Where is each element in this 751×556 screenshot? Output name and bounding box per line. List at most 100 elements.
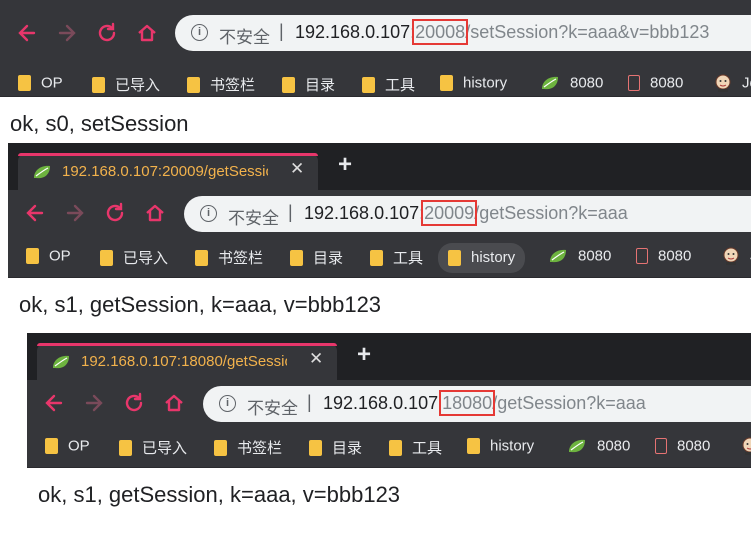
bookmark-label: history — [463, 74, 508, 92]
url-port-highlight: 20009 — [421, 200, 478, 226]
url-port-highlight: 20008 — [412, 19, 469, 45]
folder-icon — [92, 76, 105, 93]
browser-window-3: 192.168.0.107:18080/getSessio ✕ + i 不安全 … — [27, 333, 751, 556]
bookmark-item[interactable]: Je — [722, 247, 751, 269]
address-bar[interactable]: i 不安全 | 192.168.0.107:20008/setSession?k… — [175, 15, 751, 51]
bookmark-item[interactable]: 书签栏 — [214, 437, 282, 459]
url-path: /getSession?k=aaa — [492, 393, 646, 413]
bookmark-item[interactable]: 8080 — [567, 437, 630, 459]
bookmark-item[interactable]: 书签栏 — [195, 247, 263, 269]
bookmark-item[interactable]: 工具 — [362, 74, 415, 96]
bookmarks-bar: OP 已导入 书签栏 目录 工具 history 8080 8080 Je — [0, 66, 751, 97]
forward-icon[interactable] — [83, 392, 105, 414]
home-icon[interactable] — [144, 202, 166, 224]
bookmark-label: 8080 — [578, 247, 612, 265]
bookmark-item[interactable]: 目录 — [290, 247, 343, 269]
bookmark-item[interactable]: 已导入 — [92, 74, 160, 96]
bookmark-label: 已导入 — [115, 77, 161, 94]
url-port-highlight: 18080 — [439, 390, 496, 416]
bookmark-item[interactable]: OP — [26, 247, 71, 269]
folder-icon — [448, 250, 461, 267]
folder-icon — [467, 438, 480, 455]
bookmark-label: 8080 — [658, 247, 692, 265]
folder-icon — [119, 439, 132, 456]
close-tab-icon[interactable]: ✕ — [290, 159, 304, 179]
folder-icon — [309, 439, 322, 456]
spring-leaf-icon — [550, 249, 566, 263]
bookmark-item[interactable]: 8080 — [548, 247, 611, 269]
bookmark-label: 书签栏 — [237, 440, 283, 457]
bookmark-item[interactable]: history — [467, 437, 534, 459]
bookmark-item[interactable]: Je — [714, 74, 751, 96]
new-tab-button[interactable]: + — [357, 341, 371, 369]
url-path: /setSession?k=aaa&v=bbb123 — [465, 22, 710, 42]
document-icon — [628, 75, 640, 92]
bookmark-label: 目录 — [332, 440, 363, 457]
bookmark-label: 已导入 — [123, 250, 169, 267]
bookmarks-bar: OP 已导入 书签栏 目录 工具 history 8080 8080 Je — [8, 239, 751, 278]
tab-accent — [18, 153, 318, 156]
spring-leaf-icon — [569, 439, 585, 453]
back-icon[interactable] — [16, 22, 38, 44]
active-tab[interactable]: 192.168.0.107:18080/getSessio ✕ — [37, 343, 337, 380]
bookmark-item[interactable]: 工具 — [389, 437, 442, 459]
folder-icon — [389, 439, 402, 456]
bookmark-item[interactable]: history — [440, 74, 507, 96]
home-icon[interactable] — [163, 392, 185, 414]
url-path: /getSession?k=aaa — [474, 203, 628, 223]
bookmark-label: 8080 — [570, 74, 604, 92]
page-content: ok, s1, getSession, k=aaa, v=bbb123 — [8, 278, 751, 332]
bookmark-item[interactable]: 工具 — [370, 247, 423, 269]
close-tab-icon[interactable]: ✕ — [309, 349, 323, 369]
reload-icon[interactable] — [96, 22, 118, 44]
bookmark-item[interactable]: 书签栏 — [187, 74, 255, 96]
bookmark-item[interactable]: Je — [741, 437, 751, 459]
info-icon[interactable]: i — [219, 395, 236, 412]
jenkins-icon — [715, 74, 731, 93]
bookmark-label: history — [471, 249, 516, 267]
forward-icon[interactable] — [64, 202, 86, 224]
info-icon[interactable]: i — [191, 24, 208, 41]
bookmark-item[interactable]: 8080 — [540, 74, 603, 96]
jenkins-icon — [742, 437, 751, 456]
separator: | — [307, 392, 312, 412]
bookmark-item[interactable]: 目录 — [282, 74, 335, 96]
bookmark-item[interactable]: history — [438, 243, 526, 273]
bookmark-item[interactable]: 目录 — [309, 437, 362, 459]
reload-icon[interactable] — [123, 392, 145, 414]
bookmark-label: 8080 — [650, 74, 684, 92]
url-host: 192.168.0.107 — [295, 22, 411, 42]
forward-icon[interactable] — [56, 22, 78, 44]
active-tab[interactable]: 192.168.0.107:20009/getSessio ✕ — [18, 153, 318, 190]
back-icon[interactable] — [43, 392, 65, 414]
response-text: ok, s0, setSession — [10, 111, 189, 136]
folder-icon — [290, 249, 303, 266]
home-icon[interactable] — [136, 22, 158, 44]
insecure-label: 不安全 — [219, 28, 270, 47]
bookmark-item[interactable]: 已导入 — [119, 437, 187, 459]
url-host: 192.168.0.107 — [304, 203, 420, 223]
insecure-label: 不安全 — [247, 399, 298, 418]
bookmark-item[interactable]: 8080 — [628, 74, 683, 96]
reload-icon[interactable] — [104, 202, 126, 224]
bookmark-label: 书签栏 — [218, 250, 264, 267]
folder-icon — [370, 249, 383, 266]
address-bar[interactable]: i 不安全 | 192.168.0.107 18080/getSession?k=… — [203, 386, 751, 422]
bookmark-item[interactable]: 已导入 — [100, 247, 168, 269]
back-icon[interactable] — [24, 202, 46, 224]
bookmark-label: 工具 — [393, 250, 424, 267]
bookmark-item[interactable]: 8080 — [636, 247, 691, 269]
bookmark-item[interactable]: OP — [18, 74, 63, 96]
url-text: 192.168.0.107:20008/setSession?k=aaa&v=b… — [295, 19, 710, 45]
bookmark-item[interactable]: 8080 — [655, 437, 710, 459]
page-content: ok, s1, getSession, k=aaa, v=bbb123 — [27, 468, 751, 522]
separator: | — [288, 202, 293, 222]
bookmark-label: 书签栏 — [210, 77, 256, 94]
new-tab-button[interactable]: + — [338, 151, 352, 179]
info-icon[interactable]: i — [200, 205, 217, 222]
bookmark-item[interactable]: OP — [45, 437, 90, 459]
address-bar[interactable]: i 不安全 | 192.168.0.107:20009/getSession?k… — [184, 196, 751, 232]
folder-icon — [18, 75, 31, 92]
tab-accent — [37, 343, 337, 346]
folder-icon — [440, 75, 453, 92]
